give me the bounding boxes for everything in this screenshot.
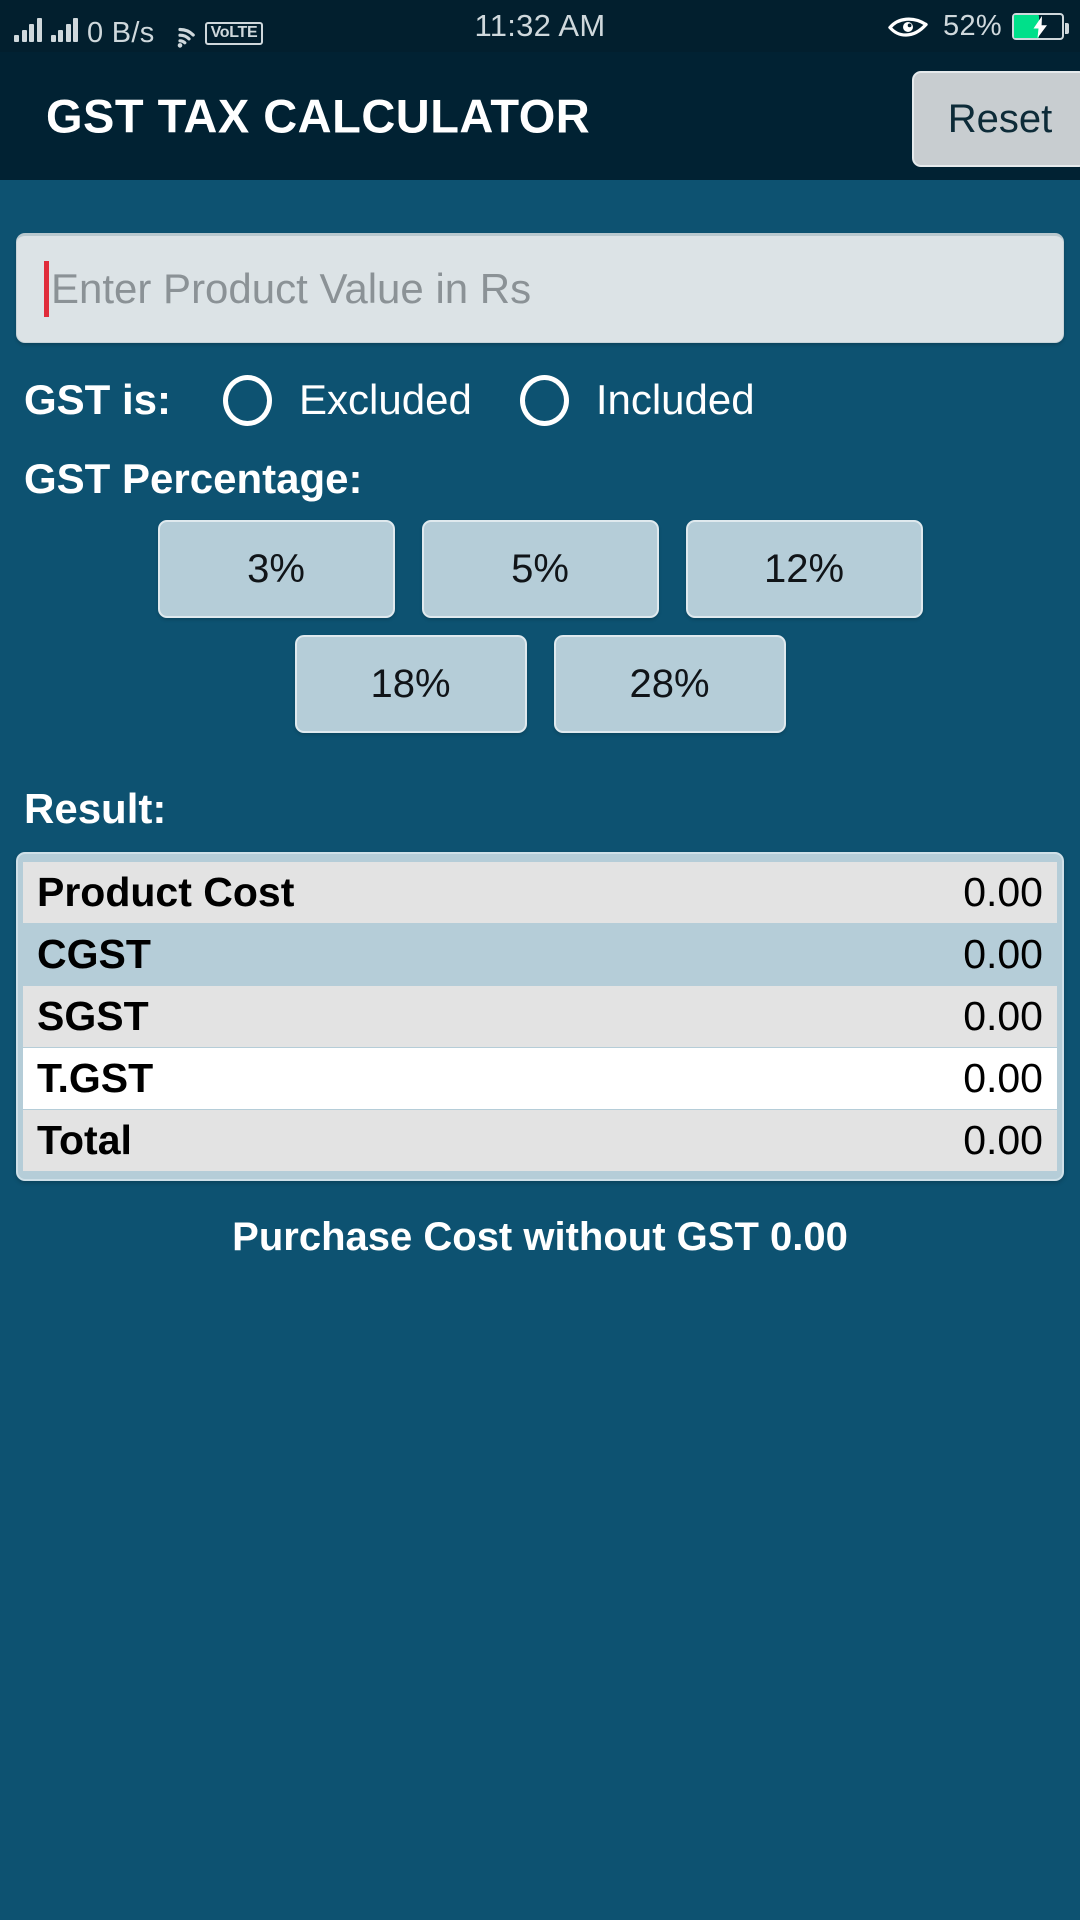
result-row-value: 0.00 xyxy=(963,869,1043,915)
result-row-value: 0.00 xyxy=(963,993,1043,1039)
text-cursor xyxy=(44,261,49,317)
result-row-name: CGST xyxy=(37,931,151,977)
radio-label-excluded: Excluded xyxy=(299,376,472,423)
gst-percent-button-5[interactable]: 5% xyxy=(421,520,659,618)
radio-label-included: Included xyxy=(595,376,755,423)
gst-percentage-grid: 3% 5% 12% 18% 28% xyxy=(0,520,1080,733)
app-header: GST TAX CALCULATOR Reset xyxy=(0,52,1080,180)
battery-percent-label: 52% xyxy=(943,9,1002,42)
status-bar-right: 52% xyxy=(887,0,1069,52)
result-row-name: T.GST xyxy=(37,1055,154,1101)
gst-is-label: GST is: xyxy=(24,376,172,423)
result-label: Result: xyxy=(24,785,167,832)
result-table: Product Cost 0.00 CGST 0.00 SGST 0.00 T.… xyxy=(16,852,1064,1181)
wifi-icon xyxy=(164,22,196,52)
status-bar: 0 B/s VoLTE 11:32 AM 52% xyxy=(0,0,1080,52)
clock-label: 11:32 AM xyxy=(474,8,606,43)
signal-bars-icon xyxy=(14,18,42,52)
gst-mode-row: GST is: Excluded Included xyxy=(0,365,1080,435)
gst-percent-button-28[interactable]: 28% xyxy=(553,635,786,733)
result-row-value: 0.00 xyxy=(963,1055,1043,1101)
radio-option-excluded[interactable]: Excluded xyxy=(223,374,472,426)
status-bar-left: 0 B/s VoLTE xyxy=(0,0,264,52)
result-row-value: 0.00 xyxy=(963,931,1043,977)
table-row: Total 0.00 xyxy=(23,1110,1057,1171)
gst-percent-button-3[interactable]: 3% xyxy=(157,520,395,618)
result-row-name: SGST xyxy=(37,993,149,1039)
gst-percent-button-18[interactable]: 18% xyxy=(294,635,527,733)
eye-care-icon xyxy=(887,13,933,39)
product-value-input[interactable]: Enter Product Value in Rs xyxy=(16,233,1064,343)
radio-option-included[interactable]: Included xyxy=(519,374,755,426)
result-row-name: Product Cost xyxy=(37,869,295,915)
volte-icon: VoLTE xyxy=(204,22,264,45)
purchase-cost-note: Purchase Cost without GST 0.00 xyxy=(232,1215,848,1259)
result-row-value: 0.00 xyxy=(963,1117,1043,1163)
table-row: T.GST 0.00 xyxy=(23,1048,1057,1109)
gst-percentage-row-1: 3% 5% 12% xyxy=(0,520,1080,618)
radio-circle-icon-excluded[interactable] xyxy=(223,374,273,426)
product-value-placeholder: Enter Product Value in Rs xyxy=(51,265,532,312)
network-speed-label: 0 B/s xyxy=(87,17,155,49)
signal-bars-icon-2 xyxy=(50,18,78,52)
battery-charging-icon xyxy=(1012,12,1069,40)
table-row: CGST 0.00 xyxy=(23,924,1057,985)
table-row: SGST 0.00 xyxy=(23,986,1057,1047)
gst-percentage-label: GST Percentage: xyxy=(24,455,363,502)
table-row: Product Cost 0.00 xyxy=(23,862,1057,923)
gst-percentage-row-2: 18% 28% xyxy=(0,635,1080,733)
page-title: GST TAX CALCULATOR xyxy=(46,89,591,143)
result-row-name: Total xyxy=(37,1117,132,1163)
radio-circle-icon-included[interactable] xyxy=(519,374,569,426)
gst-percent-button-12[interactable]: 12% xyxy=(685,520,923,618)
reset-button[interactable]: Reset xyxy=(912,71,1080,167)
